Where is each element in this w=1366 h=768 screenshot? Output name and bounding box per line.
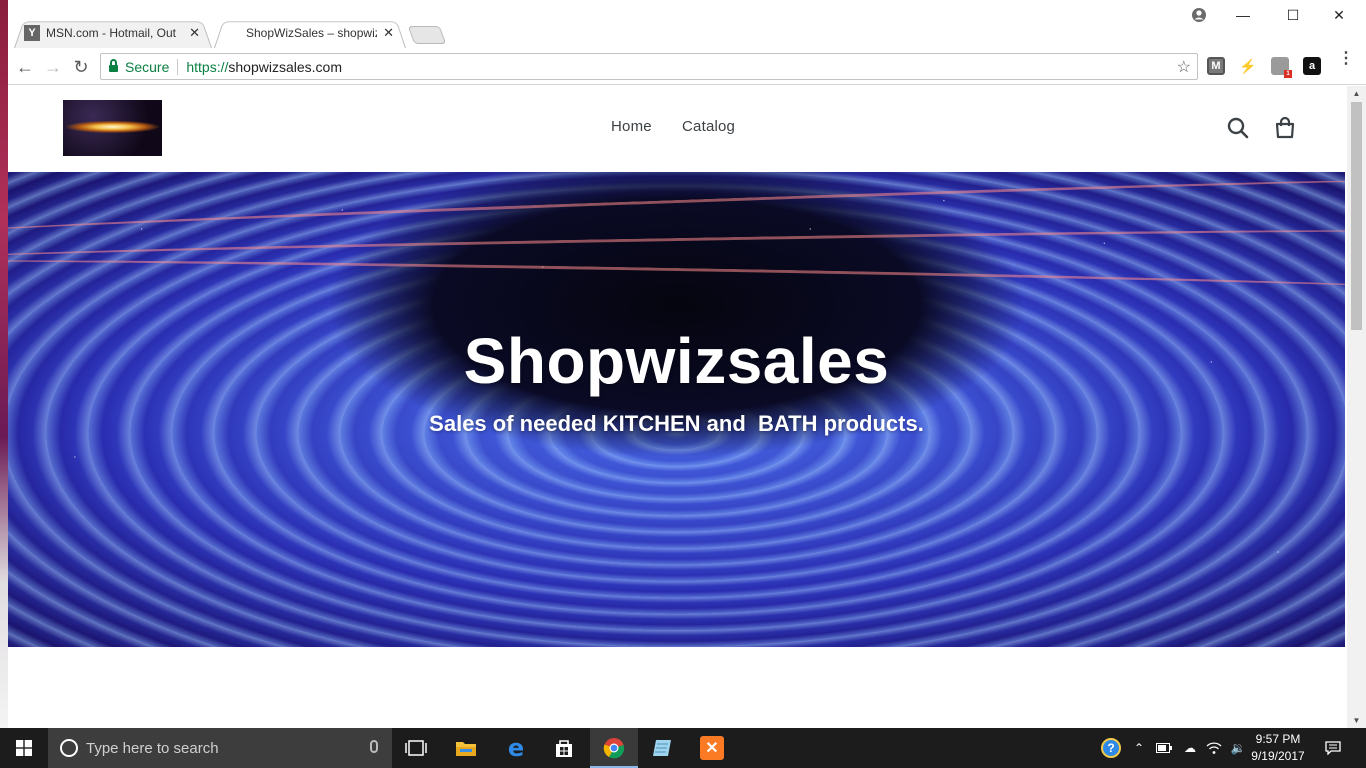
lock-icon bbox=[109, 58, 118, 72]
site-header: Home Catalog bbox=[8, 86, 1347, 172]
windows-logo-icon bbox=[16, 740, 32, 756]
store-icon[interactable] bbox=[540, 728, 588, 768]
show-hidden-icons-icon[interactable]: ⌃ bbox=[1128, 728, 1150, 768]
cart-icon[interactable] bbox=[1273, 116, 1297, 140]
scroll-thumb[interactable] bbox=[1351, 102, 1362, 330]
scroll-up-arrow-icon[interactable]: ▲ bbox=[1347, 86, 1366, 101]
m-extension-icon[interactable]: M bbox=[1207, 57, 1225, 75]
battery-icon[interactable] bbox=[1152, 728, 1176, 768]
site-logo[interactable] bbox=[63, 100, 162, 156]
action-center-icon[interactable] bbox=[1320, 728, 1346, 768]
start-button[interactable] bbox=[0, 728, 48, 768]
windows-taskbar: Type here to search e ✕ ? ⌃ ☁ 🔉 9:57 PM … bbox=[0, 728, 1366, 768]
taskbar-search-box[interactable]: Type here to search bbox=[48, 728, 392, 768]
web-page: Home Catalog Shopwizsales Sales of neede… bbox=[8, 86, 1347, 728]
hero-banner: Shopwizsales Sales of needed KITCHEN and… bbox=[8, 172, 1345, 647]
xampp-icon[interactable]: ✕ bbox=[688, 728, 736, 768]
volume-icon[interactable]: 🔉 bbox=[1226, 728, 1250, 768]
amazon-extension-icon[interactable]: a bbox=[1303, 57, 1321, 75]
minimize-button[interactable]: — bbox=[1220, 0, 1266, 30]
taskbar-search-placeholder: Type here to search bbox=[86, 739, 219, 757]
clock-time: 9:57 PM bbox=[1255, 732, 1301, 746]
profile-icon[interactable] bbox=[1191, 7, 1207, 23]
close-window-button[interactable]: ✕ bbox=[1316, 0, 1362, 30]
chrome-icon[interactable] bbox=[590, 728, 638, 768]
url-scheme: https:// bbox=[186, 58, 229, 75]
wifi-icon[interactable] bbox=[1202, 728, 1226, 768]
close-tab-icon[interactable]: ✕ bbox=[189, 25, 200, 41]
search-icon[interactable] bbox=[1226, 116, 1250, 140]
clock-date: 9/19/2017 bbox=[1251, 749, 1305, 763]
scroll-down-arrow-icon[interactable]: ▼ bbox=[1347, 713, 1366, 728]
hero-title: Shopwizsales bbox=[463, 325, 890, 397]
bookmark-star-icon[interactable]: ☆ bbox=[1177, 57, 1191, 77]
page-scrollbar[interactable]: ▲ ▼ bbox=[1347, 86, 1366, 728]
notepad-icon[interactable] bbox=[638, 728, 686, 768]
chrome-menu-button[interactable]: ⋮ bbox=[1338, 51, 1354, 67]
browser-titlebar: Y MSN.com - Hotmail, Out ✕ ShopWizSales … bbox=[8, 0, 1366, 48]
secure-label: Secure bbox=[125, 58, 170, 75]
msn-favicon-icon: Y bbox=[24, 25, 40, 41]
new-tab-button[interactable] bbox=[407, 26, 447, 44]
back-button[interactable]: ← bbox=[12, 54, 38, 80]
task-view-icon[interactable] bbox=[392, 728, 440, 768]
cortana-icon bbox=[60, 739, 78, 757]
nav-home-link[interactable]: Home bbox=[611, 118, 652, 135]
maximize-button[interactable]: ☐ bbox=[1270, 0, 1316, 30]
tab-shopwizsales[interactable]: ShopWizSales – shopwiz ✕ bbox=[214, 18, 406, 48]
notification-extension-icon[interactable]: 1 bbox=[1271, 57, 1292, 78]
microphone-icon[interactable] bbox=[370, 740, 378, 753]
tab-msn[interactable]: Y MSN.com - Hotmail, Out ✕ bbox=[14, 18, 212, 48]
address-bar[interactable]: Secure https:// shopwizsales.com ☆ bbox=[100, 53, 1198, 80]
browser-window: Y MSN.com - Hotmail, Out ✕ ShopWizSales … bbox=[8, 0, 1366, 728]
omnibox-divider bbox=[177, 58, 179, 75]
hero-subtitle: Sales of needed KITCHEN and BATH product… bbox=[429, 411, 924, 436]
tab-title: ShopWizSales – shopwiz bbox=[246, 26, 378, 40]
shopify-favicon-icon bbox=[224, 25, 240, 41]
file-explorer-icon[interactable] bbox=[442, 728, 490, 768]
tab-title: MSN.com - Hotmail, Out bbox=[46, 26, 177, 40]
onedrive-icon[interactable]: ☁ bbox=[1178, 728, 1202, 768]
forward-button[interactable]: → bbox=[40, 54, 66, 80]
browser-toolbar: ← → ↻ Secure https:// shopwizsales.com ☆… bbox=[8, 48, 1366, 85]
desktop-wallpaper-edge bbox=[0, 0, 8, 728]
flash-extension-icon[interactable]: ⚡ bbox=[1239, 57, 1257, 75]
reload-button[interactable]: ↻ bbox=[68, 54, 94, 80]
close-tab-icon[interactable]: ✕ bbox=[383, 25, 394, 41]
url-domain: shopwizsales.com bbox=[228, 58, 342, 75]
taskbar-clock[interactable]: 9:57 PM 9/19/2017 bbox=[1248, 731, 1308, 765]
nav-catalog-link[interactable]: Catalog bbox=[682, 118, 735, 135]
edge-icon[interactable]: e bbox=[492, 728, 540, 768]
help-icon[interactable]: ? bbox=[1098, 728, 1124, 768]
